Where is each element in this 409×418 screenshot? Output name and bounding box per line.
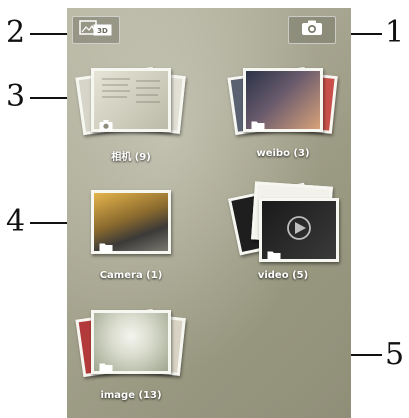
callout-3: 3 [6,79,26,114]
callout-1: 1 [385,15,405,50]
album-thumbnail-stack [219,181,347,262]
view-mode-button[interactable]: 3D [72,16,120,44]
album-thumbnail-stack [67,66,195,146]
album-label: weibo (3) [256,148,310,159]
album-thumbnail-stack [219,66,347,146]
album-weibo[interactable]: weibo (3) [219,66,347,166]
album-video[interactable]: video (5) [219,181,347,288]
svg-text:3D: 3D [97,27,108,35]
camera-button[interactable] [288,16,336,44]
album-label: video (5) [257,270,309,281]
album-label: 相机 (9) [111,152,151,163]
callout-2: 2 [6,15,26,50]
folder-icon [99,238,113,253]
album-thumbnail-stack [67,188,195,268]
camera-icon [301,20,323,40]
folder-icon [99,358,113,373]
album-camera-folder[interactable]: Camera (1) [67,188,195,288]
folder-icon [251,116,265,131]
photo-3d-toggle-icon: 3D [79,19,113,41]
callout-5: 5 [385,337,405,372]
gallery-screen[interactable]: 3D 相机 (9) weibo (3) Camera (1) video (5)… [67,8,351,418]
album-image[interactable]: image (13) [67,308,195,413]
folder-icon [267,246,281,261]
callout-4: 4 [6,204,26,239]
camera-icon [99,116,113,131]
album-thumbnail-stack [67,308,195,388]
album-camera-roll[interactable]: 相机 (9) [67,66,195,166]
album-label: Camera (1) [99,270,163,281]
album-label: image (13) [100,390,162,401]
